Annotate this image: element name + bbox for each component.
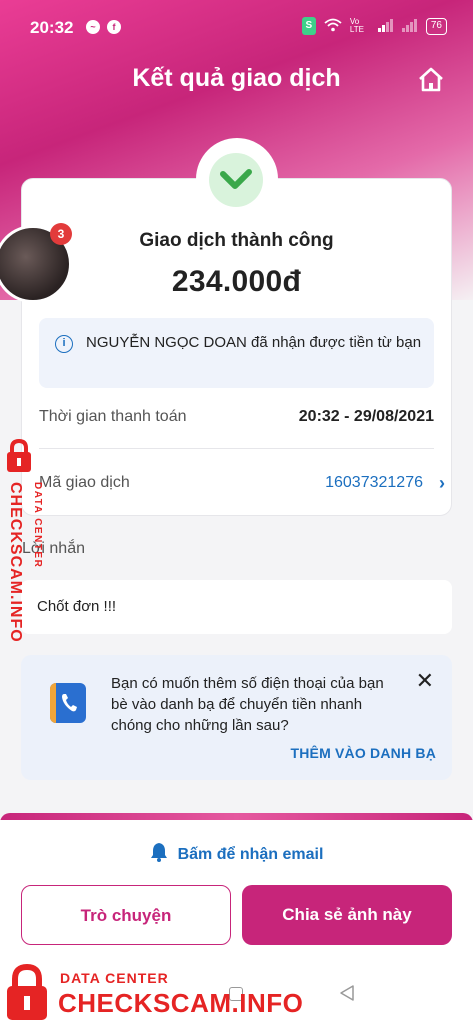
facebook-icon: f [107,20,121,34]
check-icon [220,169,252,189]
message-box: Chốt đơn !!! [21,580,452,634]
shield-icon: S [301,17,316,35]
signal-icon [377,18,394,35]
watermark-bottom-small: DATA CENTER [60,970,169,986]
nav-back-button[interactable] [338,984,356,1007]
watermark-bottom-big: CHECKSCAM.INFO [58,988,304,1018]
check-circle [209,153,263,207]
watermark-vertical: DATA CENTER CHECKSCAM.INFO [2,438,52,668]
wifi-icon [324,18,342,35]
volte-label: Vo LTE [349,17,364,34]
add-contact-text: Bạn có muốn thêm số điện thoại của bạn b… [111,675,384,734]
share-image-button[interactable]: Chia sẻ ảnh này [242,885,452,945]
bell-icon [150,843,167,862]
email-link-label: Bấm để nhận email [177,846,324,863]
email-link[interactable]: Bấm để nhận email [0,842,473,864]
watermark-vertical-small: DATA CENTER [32,482,43,569]
payment-time-label: Thời gian thanh toán [39,408,187,425]
page-title: Kết quả giao dịch [132,64,341,92]
transaction-id-value[interactable]: 16037321276 [325,474,423,492]
info-icon: i [55,335,73,353]
signal-icon-2 [401,18,418,35]
status-time: 20:32 [30,18,74,37]
recipient-notice-text: NGUYỄN NGỌC DOAN đã nhận được tiền từ bạ… [86,334,422,351]
recipient-notice: i NGUYỄN NGỌC DOAN đã nhận được tiền từ … [39,318,434,388]
close-icon[interactable]: ✕ [416,668,434,694]
lock-icon [7,438,31,472]
add-to-contacts-button[interactable]: THÊM VÀO DANH BẠ [290,745,436,761]
chevron-right-icon[interactable]: › [439,473,445,494]
home-icon[interactable] [417,66,445,94]
lock-icon [7,963,47,1020]
transaction-id-label: Mã giao dịch [39,474,130,491]
status-bar: 20:32 ~ f S Vo LTE 76 [0,0,473,56]
notification-badge: 3 [50,223,72,245]
success-badge [196,138,278,220]
watermark-bottom: DATA CENTER CHECKSCAM.INFO [0,960,303,1024]
status-right-icons: S Vo LTE 76 [301,17,447,35]
watermark-vertical-big: CHECKSCAM.INFO [7,482,24,643]
add-contact-prompt: Bạn có muốn thêm số điện thoại của bạn b… [21,655,452,780]
chat-button[interactable]: Trò chuyện [21,885,231,945]
messenger-icon: ~ [86,20,100,34]
payment-time-value: 20:32 - 29/08/2021 [298,408,434,425]
battery-icon: 76 [425,17,447,35]
divider [39,448,434,449]
contact-book-icon [50,683,86,723]
